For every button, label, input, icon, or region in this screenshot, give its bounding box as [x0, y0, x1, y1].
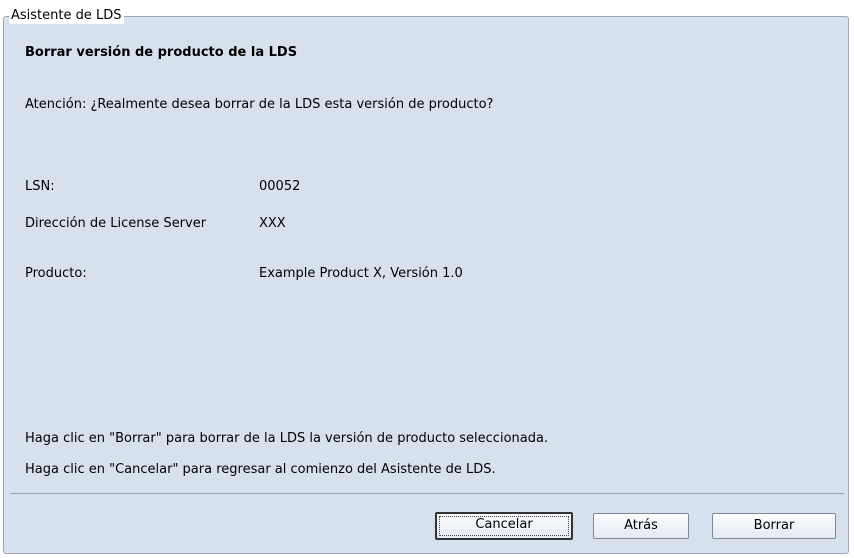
warning-text: Atención: ¿Realmente desea borrar de la …: [25, 97, 494, 112]
cancel-button[interactable]: Cancelar: [435, 512, 573, 540]
delete-button[interactable]: Borrar: [712, 513, 836, 539]
page-heading: Borrar versión de producto de la LDS: [25, 45, 298, 60]
server-address-value: XXX: [259, 216, 286, 231]
product-value: Example Product X, Versión 1.0: [259, 266, 463, 281]
cancel-instruction-text: Haga clic en "Cancelar" para regresar al…: [25, 462, 496, 477]
lsn-value: 00052: [259, 179, 301, 194]
lsn-label: LSN:: [25, 179, 55, 194]
group-title: Asistente de LDS: [9, 8, 124, 24]
server-address-label: Dirección de License Server: [25, 216, 207, 231]
product-label: Producto:: [25, 266, 87, 281]
wizard-content-panel: [10, 24, 844, 493]
delete-instruction-text: Haga clic en "Borrar" para borrar de la …: [25, 431, 549, 446]
back-button[interactable]: Atrás: [593, 513, 689, 539]
